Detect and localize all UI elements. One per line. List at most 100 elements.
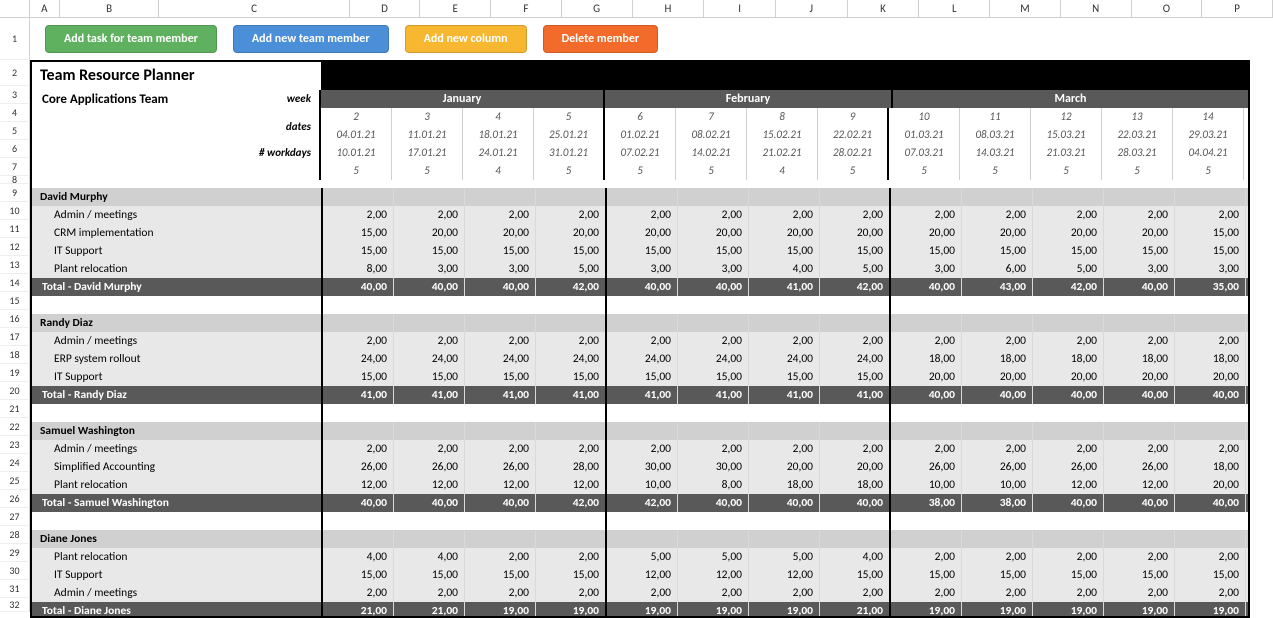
- value-cell[interactable]: 15,00: [607, 368, 678, 386]
- row-header-cell[interactable]: 3: [0, 86, 30, 104]
- value-cell[interactable]: 2,00: [962, 584, 1033, 602]
- header-cell[interactable]: 14: [1173, 108, 1244, 126]
- value-cell[interactable]: 2,00: [1033, 440, 1104, 458]
- value-cell[interactable]: 2,00: [1104, 584, 1175, 602]
- value-cell[interactable]: 2,00: [536, 440, 607, 458]
- value-cell[interactable]: 18,00: [1175, 350, 1246, 368]
- value-cell[interactable]: 2,00: [820, 332, 891, 350]
- row-header-cell[interactable]: 29: [0, 544, 30, 562]
- value-cell[interactable]: 20,00: [1104, 224, 1175, 242]
- value-cell[interactable]: 41,00: [678, 386, 749, 404]
- col-header-cell[interactable]: I: [704, 0, 776, 18]
- value-cell[interactable]: 40,00: [465, 278, 536, 296]
- value-cell[interactable]: 15,00: [323, 224, 394, 242]
- value-cell[interactable]: 26,00: [465, 458, 536, 476]
- value-cell[interactable]: 20,00: [1175, 476, 1246, 494]
- header-cell[interactable]: 14.02.21: [676, 144, 747, 162]
- value-cell[interactable]: 8,00: [678, 476, 749, 494]
- value-cell[interactable]: 38,00: [962, 494, 1033, 512]
- header-cell[interactable]: 22.02.21: [818, 126, 889, 144]
- value-cell[interactable]: 41,00: [820, 386, 891, 404]
- header-cell[interactable]: 17.01.21: [392, 144, 463, 162]
- value-cell[interactable]: 40,00: [323, 494, 394, 512]
- row-header-cell[interactable]: 9: [0, 184, 30, 202]
- value-cell[interactable]: 5,00: [749, 548, 820, 566]
- value-cell[interactable]: 2,00: [962, 332, 1033, 350]
- row-header-cell[interactable]: 6: [0, 140, 30, 158]
- value-cell[interactable]: 20,00: [962, 224, 1033, 242]
- value-cell[interactable]: 19,00: [1104, 602, 1175, 616]
- value-cell[interactable]: 2,00: [536, 206, 607, 224]
- value-cell[interactable]: 2,00: [607, 440, 678, 458]
- value-cell[interactable]: 40,00: [678, 494, 749, 512]
- row-header-cell[interactable]: 15: [0, 292, 30, 310]
- header-cell[interactable]: 18.01.21: [463, 126, 534, 144]
- value-cell[interactable]: 15,00: [1175, 224, 1246, 242]
- header-cell[interactable]: 11: [960, 108, 1031, 126]
- row-header-cell[interactable]: 13: [0, 256, 30, 274]
- row-header-cell[interactable]: 2: [0, 60, 30, 86]
- value-cell[interactable]: 2,00: [749, 332, 820, 350]
- add-member-button[interactable]: Add new team member: [233, 25, 389, 53]
- value-cell[interactable]: 10,00: [607, 476, 678, 494]
- header-cell[interactable]: 04.04.21: [1173, 144, 1244, 162]
- value-cell[interactable]: 4,00: [749, 260, 820, 278]
- value-cell[interactable]: 21,00: [323, 602, 394, 616]
- value-cell[interactable]: 2,00: [536, 584, 607, 602]
- header-cell[interactable]: 5: [1031, 162, 1102, 180]
- value-cell[interactable]: 6,00: [962, 260, 1033, 278]
- value-cell[interactable]: 41,00: [323, 386, 394, 404]
- header-cell[interactable]: 07.03.21: [889, 144, 960, 162]
- value-cell[interactable]: 2,00: [749, 440, 820, 458]
- header-cell[interactable]: 10.01.21: [321, 144, 392, 162]
- value-cell[interactable]: 15,00: [749, 368, 820, 386]
- header-cell[interactable]: 5: [676, 162, 747, 180]
- value-cell[interactable]: 2,00: [820, 206, 891, 224]
- value-cell[interactable]: 15,00: [536, 242, 607, 260]
- row-header-cell[interactable]: 26: [0, 490, 30, 508]
- value-cell[interactable]: 2,00: [1033, 206, 1104, 224]
- value-cell[interactable]: 18,00: [891, 350, 962, 368]
- value-cell[interactable]: 42,00: [536, 278, 607, 296]
- value-cell[interactable]: 15,00: [1175, 566, 1246, 584]
- value-cell[interactable]: 41,00: [607, 386, 678, 404]
- value-cell[interactable]: 26,00: [891, 458, 962, 476]
- value-cell[interactable]: 41,00: [394, 386, 465, 404]
- value-cell[interactable]: 12,00: [678, 566, 749, 584]
- header-cell[interactable]: 25.01.21: [534, 126, 605, 144]
- value-cell[interactable]: 3,00: [607, 260, 678, 278]
- value-cell[interactable]: 30,00: [678, 458, 749, 476]
- col-header-cell[interactable]: C: [159, 0, 349, 18]
- value-cell[interactable]: 2,00: [465, 206, 536, 224]
- value-cell[interactable]: 19,00: [607, 602, 678, 616]
- value-cell[interactable]: 2,00: [1033, 332, 1104, 350]
- value-cell[interactable]: 24,00: [465, 350, 536, 368]
- value-cell[interactable]: 19,00: [465, 602, 536, 616]
- value-cell[interactable]: 15,00: [820, 566, 891, 584]
- col-header-cell[interactable]: E: [420, 0, 491, 18]
- value-cell[interactable]: 2,00: [323, 206, 394, 224]
- value-cell[interactable]: 21,00: [820, 602, 891, 616]
- value-cell[interactable]: 15,00: [820, 242, 891, 260]
- value-cell[interactable]: 2,00: [607, 206, 678, 224]
- value-cell[interactable]: 40,00: [1175, 494, 1246, 512]
- value-cell[interactable]: 41,00: [749, 278, 820, 296]
- value-cell[interactable]: 2,00: [1104, 440, 1175, 458]
- value-cell[interactable]: 3,00: [465, 260, 536, 278]
- row-header-cell[interactable]: 14: [0, 274, 30, 292]
- row-header-cell[interactable]: 11: [0, 220, 30, 238]
- header-cell[interactable]: 28.03.21: [1102, 144, 1173, 162]
- row-header-cell[interactable]: 24: [0, 454, 30, 472]
- value-cell[interactable]: 15,00: [323, 242, 394, 260]
- value-cell[interactable]: 21,00: [394, 602, 465, 616]
- header-cell[interactable]: 08.02.21: [676, 126, 747, 144]
- row-header-cell[interactable]: 4: [0, 104, 30, 122]
- value-cell[interactable]: 40,00: [891, 278, 962, 296]
- value-cell[interactable]: 42,00: [536, 494, 607, 512]
- value-cell[interactable]: 24,00: [820, 350, 891, 368]
- value-cell[interactable]: 24,00: [678, 350, 749, 368]
- row-header-cell[interactable]: 30: [0, 562, 30, 580]
- value-cell[interactable]: 2,00: [607, 584, 678, 602]
- value-cell[interactable]: 20,00: [820, 224, 891, 242]
- value-cell[interactable]: 15,00: [678, 242, 749, 260]
